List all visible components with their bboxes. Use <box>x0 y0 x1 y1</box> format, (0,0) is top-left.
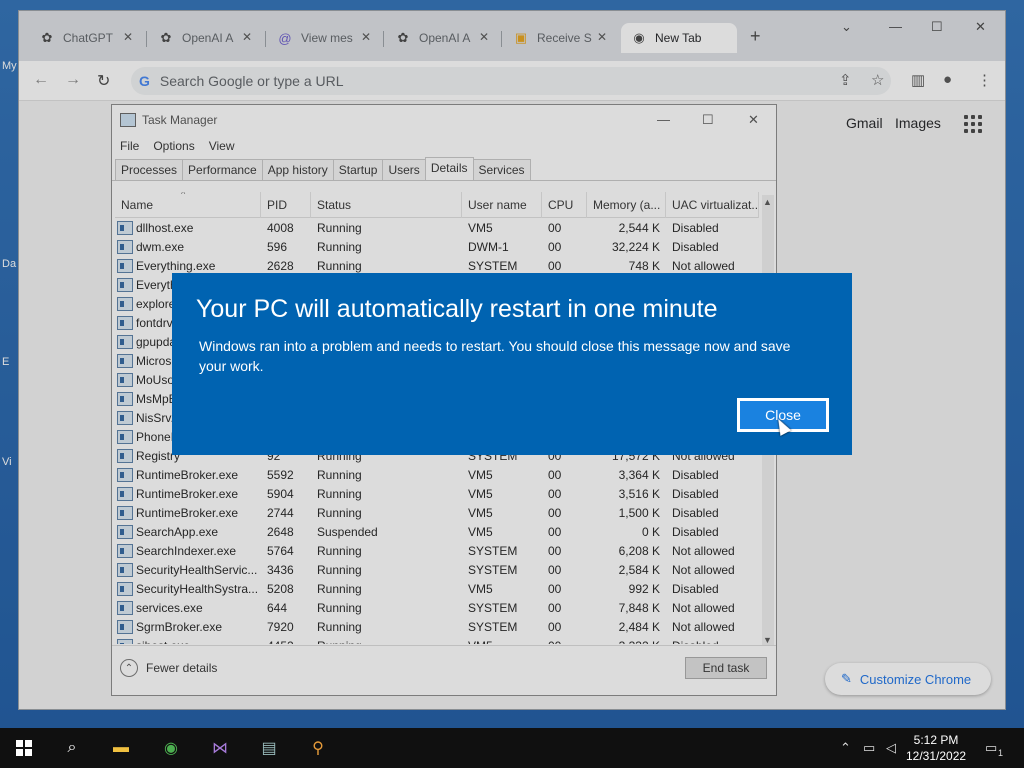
task-manager-taskbar-icon[interactable]: ▤ <box>256 736 282 760</box>
notification-count: 1 <box>998 748 1004 758</box>
search-icon[interactable]: ⌕ <box>59 736 85 760</box>
volume-icon[interactable]: ◁ <box>886 740 896 756</box>
system-clock[interactable]: 5:12 PM 12/31/2022 <box>906 732 966 764</box>
dialog-message: Windows ran into a problem and needs to … <box>199 338 791 374</box>
windows-logo-icon <box>16 740 32 756</box>
file-explorer-icon[interactable]: ▬ <box>108 736 134 760</box>
notification-icon[interactable]: ▭ <box>985 740 997 756</box>
restart-dialog: Your PC will automatically restart in on… <box>172 273 852 455</box>
visual-studio-icon[interactable]: ⋈ <box>207 736 233 760</box>
network-icon[interactable]: ▭ <box>863 740 875 756</box>
start-button[interactable] <box>11 736 37 760</box>
chevron-up-icon[interactable]: ⌃ <box>840 740 851 756</box>
clock-date: 12/31/2022 <box>906 749 967 763</box>
everything-search-icon[interactable]: ⚲ <box>305 736 331 760</box>
chrome-icon[interactable]: ◉ <box>158 736 184 760</box>
dialog-title: Your PC will automatically restart in on… <box>196 295 718 323</box>
clock-time: 5:12 PM <box>913 733 959 747</box>
taskbar: ⌕ ▬ ◉ ⋈ ▤ ⚲ ⌃ ▭ ◁ 5:12 PM 12/31/2022 ▭ 1 <box>0 728 1024 768</box>
